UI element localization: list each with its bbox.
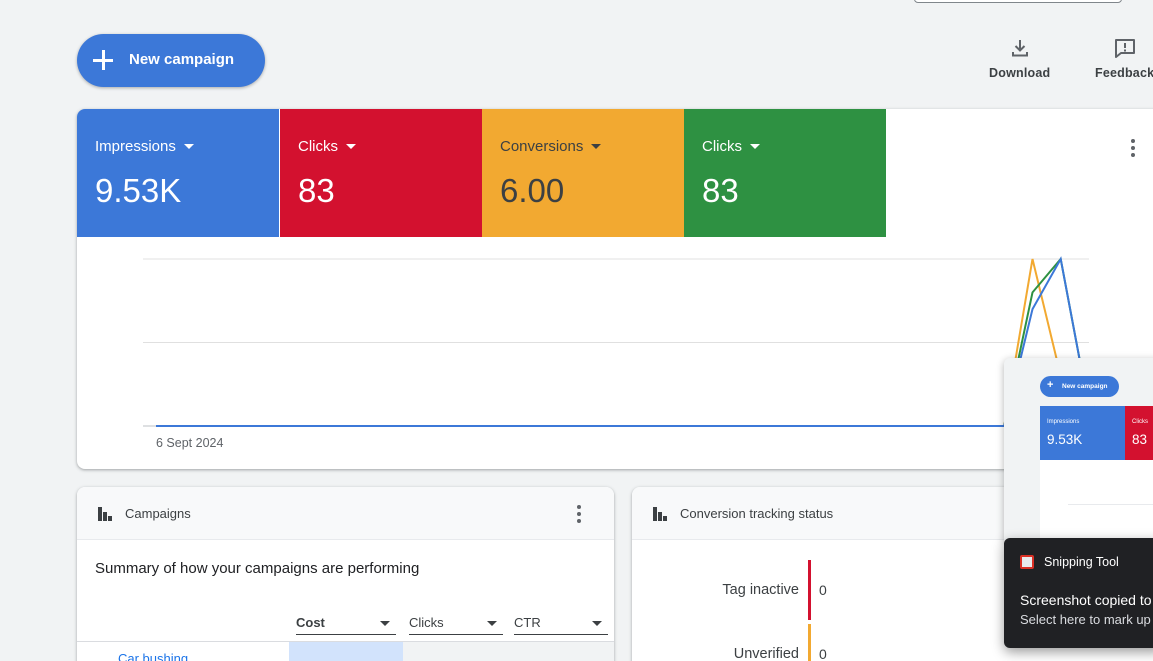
metric-clicks-2[interactable]: Clicks 83 xyxy=(684,109,886,237)
bar-chart-icon xyxy=(653,507,669,521)
dropdown-arrow-icon xyxy=(183,144,194,149)
metric-label: Impressions xyxy=(95,138,194,155)
notification-app-name: Snipping Tool xyxy=(1044,555,1119,569)
campaign-name-link[interactable]: Car bushing xyxy=(118,651,188,661)
snipping-tool-notification[interactable]: Snipping Tool Screenshot copied to Selec… xyxy=(1004,538,1153,648)
card-summary: Summary of how your campaigns are perfor… xyxy=(95,560,420,577)
metric-value: 6.00 xyxy=(500,172,565,209)
dropdown-arrow-icon xyxy=(380,621,390,626)
notification-title: Screenshot copied to xyxy=(1020,592,1152,608)
column-header-clicks[interactable]: Clicks xyxy=(409,615,503,635)
preview-new-campaign-button: + New campaign xyxy=(1040,376,1119,397)
preview-metrics: Impressions 9.53K Clicks 83 xyxy=(1040,406,1153,541)
card-title: Conversion tracking status xyxy=(680,506,834,521)
download-icon xyxy=(1011,40,1028,57)
feedback-button[interactable]: Feedback xyxy=(1095,38,1153,80)
feedback-icon xyxy=(1114,39,1135,58)
plus-icon xyxy=(92,49,114,71)
new-campaign-button[interactable]: New campaign xyxy=(77,34,265,87)
column-header-ctr[interactable]: CTR xyxy=(514,615,608,635)
download-button[interactable]: Download xyxy=(989,38,1050,80)
card-title: Campaigns xyxy=(125,506,191,521)
dropdown-arrow-icon xyxy=(346,144,356,149)
x-axis-start-label: 6 Sept 2024 xyxy=(156,436,224,450)
performance-chart xyxy=(143,256,1090,427)
metric-label: Clicks xyxy=(702,138,760,155)
metric-impressions[interactable]: Impressions 9.53K xyxy=(77,109,279,237)
bar-chart-icon xyxy=(98,507,114,521)
metric-clicks[interactable]: Clicks 83 xyxy=(280,109,482,237)
search-field[interactable] xyxy=(914,0,1122,3)
more-options-icon[interactable] xyxy=(577,505,581,523)
card-header: Campaigns xyxy=(77,487,614,540)
metric-value: 83 xyxy=(298,172,335,209)
dropdown-arrow-icon xyxy=(591,144,602,149)
column-header-cost[interactable]: Cost xyxy=(296,615,396,635)
metric-label: Conversions xyxy=(500,138,602,155)
more-options-icon[interactable] xyxy=(1131,139,1135,157)
overview-card: Impressions 9.53K Clicks 83 Conversions … xyxy=(77,109,1153,469)
metric-value: 9.53K xyxy=(95,172,182,209)
metric-conversions[interactable]: Conversions 6.00 xyxy=(482,109,684,237)
notification-body: Select here to mark up xyxy=(1020,612,1151,627)
new-campaign-label: New campaign xyxy=(129,51,235,68)
snipping-tool-icon xyxy=(1020,555,1034,569)
dropdown-arrow-icon xyxy=(750,144,760,149)
dropdown-arrow-icon xyxy=(592,621,602,626)
campaigns-card: Campaigns Summary of how your campaigns … xyxy=(77,487,614,661)
table-row[interactable]: Car bushing xyxy=(77,641,614,661)
download-label: Download xyxy=(989,66,1051,80)
metric-label: Clicks xyxy=(298,138,356,155)
feedback-label: Feedback xyxy=(1095,66,1153,80)
metric-value: 83 xyxy=(702,172,739,209)
dropdown-arrow-icon xyxy=(487,621,497,626)
snipping-preview-thumbnail[interactable]: + New campaign Impressions 9.53K Clicks … xyxy=(1004,358,1153,541)
